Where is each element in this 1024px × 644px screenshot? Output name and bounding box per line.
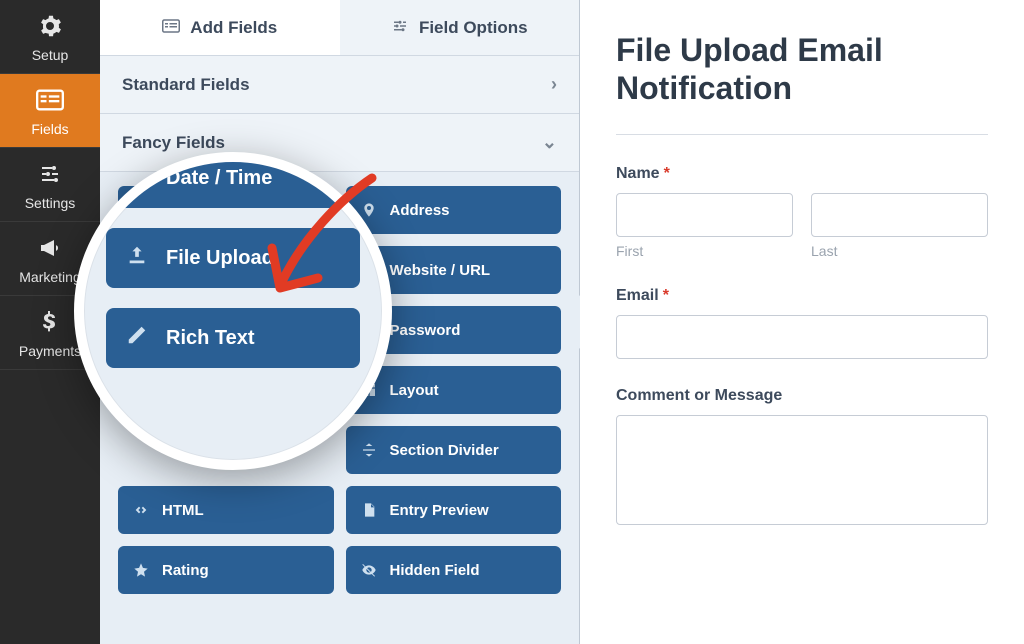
sidebar-item-label: Setup xyxy=(32,47,69,63)
field-btn-label: Hidden Field xyxy=(390,562,480,579)
field-entry-preview[interactable]: Entry Preview xyxy=(346,486,562,534)
field-btn-label: Website / URL xyxy=(390,262,491,279)
field-email: Email* xyxy=(616,287,988,359)
dollar-icon xyxy=(36,310,64,337)
sidebar-item-label: Payments xyxy=(19,343,81,359)
field-btn-label: Password xyxy=(390,322,461,339)
required-asterisk: * xyxy=(663,287,669,304)
field-btn-label: Address xyxy=(390,202,450,219)
pin-icon xyxy=(360,201,378,219)
tab-label: Field Options xyxy=(419,18,528,38)
divider-icon xyxy=(360,441,378,459)
mag-row-label: Date / Time xyxy=(166,167,272,190)
mag-row-file-upload: File Upload xyxy=(106,228,360,288)
section-title: Standard Fields xyxy=(122,75,250,95)
field-html[interactable]: HTML xyxy=(118,486,334,534)
upload-icon xyxy=(126,244,148,272)
section-title: Fancy Fields xyxy=(122,133,225,153)
field-address[interactable]: Address xyxy=(346,186,562,234)
code-icon xyxy=(132,501,150,519)
title-divider xyxy=(616,134,988,135)
sidebar-item-label: Marketing xyxy=(19,269,80,285)
label-comment: Comment or Message xyxy=(616,387,988,405)
field-hidden[interactable]: Hidden Field xyxy=(346,546,562,594)
chevron-right-icon: › xyxy=(551,74,557,95)
email-input[interactable] xyxy=(616,315,988,359)
mag-row-rich-text: Rich Text xyxy=(106,308,360,368)
sidebar-item-setup[interactable]: Setup xyxy=(0,0,100,74)
sidebar-item-settings[interactable]: Settings xyxy=(0,148,100,222)
label-name: Name* xyxy=(616,165,988,183)
sidebar-item-label: Fields xyxy=(31,121,68,137)
last-name-input[interactable] xyxy=(811,193,988,237)
mag-row-label: Rich Text xyxy=(166,327,255,350)
section-standard-fields[interactable]: Standard Fields › xyxy=(100,56,579,114)
megaphone-icon xyxy=(36,236,64,263)
field-comment: Comment or Message xyxy=(616,387,988,525)
star-icon xyxy=(132,561,150,579)
sidebar-item-label: Settings xyxy=(25,195,76,211)
mag-row-label: File Upload xyxy=(166,247,274,270)
magnifier-callout: Date / Time File Upload Rich Text xyxy=(74,152,392,470)
field-btn-label: Layout xyxy=(390,382,439,399)
field-rating[interactable]: Rating xyxy=(118,546,334,594)
document-icon xyxy=(360,501,378,519)
form-fields-icon xyxy=(36,88,64,115)
field-name: Name* First Last xyxy=(616,165,988,259)
first-name-input[interactable] xyxy=(616,193,793,237)
field-btn-label: HTML xyxy=(162,502,204,519)
form-preview: File Upload Email Notification Name* Fir… xyxy=(580,0,1024,644)
eye-off-icon xyxy=(360,561,378,579)
rich-text-icon xyxy=(126,324,148,352)
add-fields-icon xyxy=(162,18,180,38)
panel-tabs: Add Fields Field Options xyxy=(100,0,579,56)
required-asterisk: * xyxy=(664,165,670,182)
sidebar-item-fields[interactable]: Fields xyxy=(0,74,100,148)
options-icon xyxy=(391,18,409,38)
field-btn-label: Rating xyxy=(162,562,209,579)
field-section-divider[interactable]: Section Divider xyxy=(346,426,562,474)
form-title: File Upload Email Notification xyxy=(616,32,988,108)
first-sublabel: First xyxy=(616,243,793,259)
field-btn-label: Section Divider xyxy=(390,442,499,459)
last-sublabel: Last xyxy=(811,243,988,259)
tab-label: Add Fields xyxy=(190,18,277,38)
comment-textarea[interactable] xyxy=(616,415,988,525)
tab-field-options[interactable]: Field Options xyxy=(340,0,580,56)
field-btn-label: Entry Preview xyxy=(390,502,489,519)
sliders-icon xyxy=(36,162,64,189)
chevron-down-icon: ⌄ xyxy=(542,132,557,153)
tab-add-fields[interactable]: Add Fields xyxy=(100,0,340,56)
gear-icon xyxy=(36,14,64,41)
label-email: Email* xyxy=(616,287,988,305)
